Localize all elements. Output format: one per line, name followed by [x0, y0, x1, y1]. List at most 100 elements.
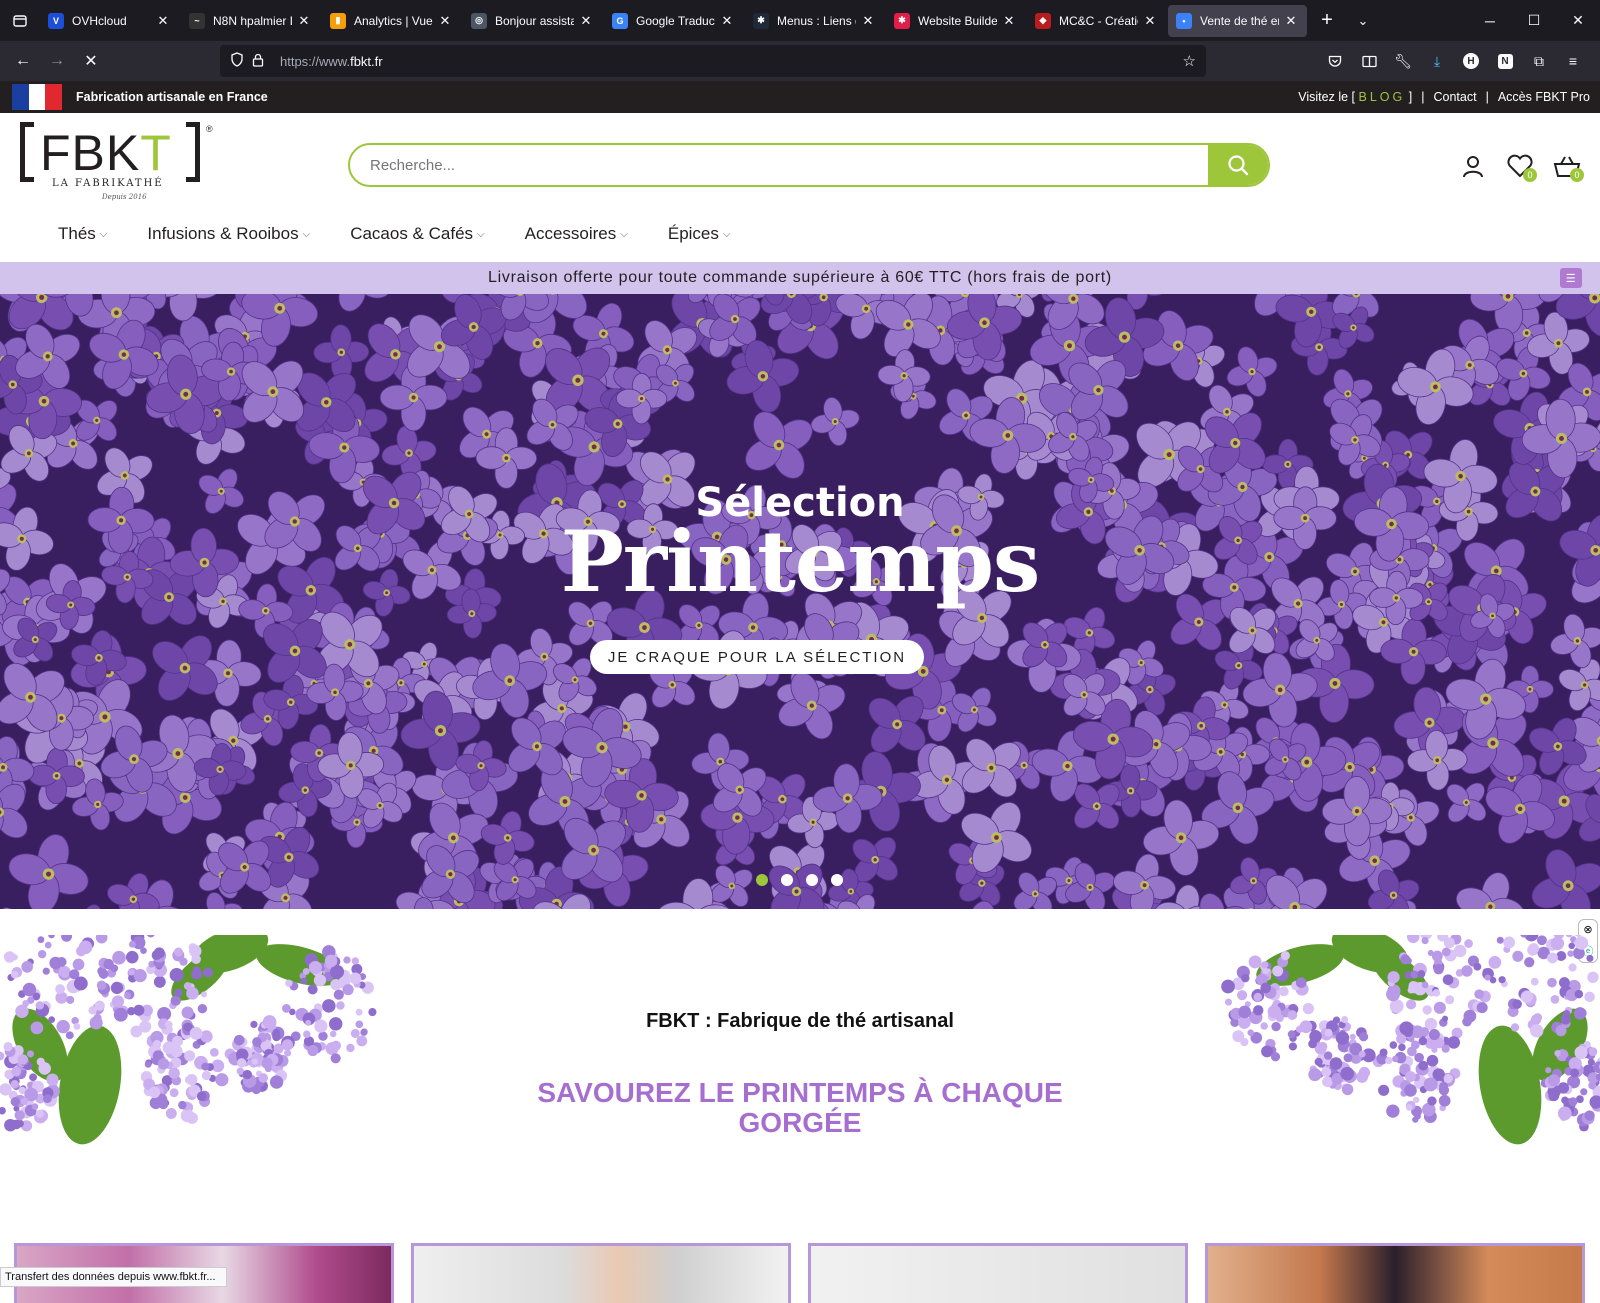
stop-loading-button[interactable]: ✕	[74, 45, 108, 77]
tab-title: N8N hpalmier De	[213, 14, 292, 28]
search-icon	[1227, 154, 1249, 176]
close-tab-icon[interactable]: ✕	[1001, 13, 1017, 29]
menu-item-epices[interactable]: Épices⌵	[668, 224, 731, 244]
account-button[interactable]	[1449, 148, 1496, 184]
new-tab-button[interactable]: +	[1309, 9, 1345, 32]
chevron-down-icon: ⌵	[723, 229, 731, 240]
blog-link[interactable]: Visitez le [ BLOG ]	[1298, 90, 1412, 104]
close-tab-icon[interactable]: ✕	[296, 13, 312, 29]
chevron-down-icon: ⌵	[620, 229, 628, 240]
browser-tab[interactable]: ✱Website Builder -✕	[886, 5, 1025, 37]
promo-text: Livraison offerte pour toute commande su…	[488, 269, 1112, 287]
main-menu: Thés⌵ Infusions & Rooibos⌵ Cacaos & Café…	[58, 224, 770, 244]
category-card[interactable]	[1205, 1243, 1585, 1303]
tab-title: MC&C - Création	[1059, 14, 1138, 28]
wrench-icon[interactable]: 🔧︎	[1386, 47, 1420, 75]
pro-access-link[interactable]: Accès FBKT Pro	[1498, 90, 1590, 104]
slider-dots	[756, 874, 856, 886]
favicon-icon: ◆	[1035, 13, 1051, 29]
forward-button[interactable]: →	[40, 45, 74, 77]
favicon-icon: ~	[189, 13, 205, 29]
search-bar	[348, 143, 1270, 187]
slider-dot[interactable]	[756, 874, 768, 886]
menu-item-cacaos[interactable]: Cacaos & Cafés⌵	[350, 224, 484, 244]
menu-item-thes[interactable]: Thés⌵	[58, 224, 107, 244]
made-in-france-text: Fabrication artisanale en France	[76, 90, 268, 104]
site-top-strip: Fabrication artisanale en France Visitez…	[0, 81, 1600, 113]
category-card[interactable]	[411, 1243, 791, 1303]
close-tab-icon[interactable]: ✕	[437, 13, 453, 29]
minimize-button[interactable]: ─	[1468, 0, 1512, 41]
favicon-icon: G	[612, 13, 628, 29]
download-icon[interactable]: ⤓	[1420, 47, 1454, 75]
tab-title: Website Builder -	[918, 14, 997, 28]
lilac-decoration-left	[0, 935, 410, 1185]
slider-dot[interactable]	[831, 874, 843, 886]
close-window-button[interactable]: ✕	[1556, 0, 1600, 41]
pocket-icon[interactable]	[1318, 47, 1352, 75]
logo-tagline: LA FABRIKATHÉ	[52, 178, 164, 189]
back-button[interactable]: ←	[6, 45, 40, 77]
browser-tab-bar: VOVHcloud✕~N8N hpalmier De✕▮Analytics | …	[0, 0, 1600, 41]
separator: |	[1486, 90, 1489, 104]
browser-nav-bar: ← → ✕ https://www.fbkt.fr ☆ 🔧︎ ⤓ H N ⧉ ≡	[0, 41, 1600, 81]
search-input[interactable]	[350, 145, 1210, 185]
logo-since: Depuis 2016	[102, 193, 147, 201]
close-tab-icon[interactable]: ✕	[578, 13, 594, 29]
category-cards	[14, 1243, 1600, 1303]
browser-tab[interactable]: ~ N8N hpalmier De ✕	[181, 5, 320, 37]
intro-headline: SAVOUREZ LE PRINTEMPS À CHAQUE GORGÉE	[500, 1078, 1100, 1138]
separator: |	[1421, 90, 1424, 104]
close-tab-icon[interactable]: ✕	[1283, 13, 1299, 29]
close-tab-icon[interactable]: ✕	[719, 13, 735, 29]
browser-tab[interactable]: GGoogle Traductio✕	[604, 5, 743, 37]
hero-cta-button[interactable]: JE CRAQUE POUR LA SÉLECTION	[590, 640, 924, 674]
close-tab-icon[interactable]: ✕	[1142, 13, 1158, 29]
browser-tab[interactable]: ◎Bonjour assistanc✕	[463, 5, 602, 37]
tab-title: Analytics | Vue d'	[354, 14, 433, 28]
favicon-icon: V	[48, 13, 64, 29]
wishlist-count: 0	[1523, 168, 1537, 182]
user-icon	[1461, 154, 1485, 178]
lock-icon[interactable]	[252, 53, 274, 70]
search-button[interactable]	[1208, 145, 1268, 185]
chevron-down-icon: ⌵	[477, 229, 485, 240]
cart-count: 0	[1570, 168, 1584, 182]
url-text: https://www.fbkt.fr	[280, 54, 383, 69]
bookmark-star-icon[interactable]: ☆	[1183, 52, 1196, 70]
lilac-decoration-right	[1190, 935, 1600, 1185]
slider-dot[interactable]	[781, 874, 793, 886]
shield-icon[interactable]	[230, 52, 252, 70]
browser-tab[interactable]: ▮Analytics | Vue d'✕	[322, 5, 461, 37]
chevron-down-icon[interactable]: ⌄	[1345, 13, 1381, 29]
browser-tab[interactable]: ◆ MC&C - Création ✕	[1027, 5, 1166, 37]
menu-item-accessoires[interactable]: Accessoires⌵	[525, 224, 628, 244]
extension-n-icon[interactable]: N	[1488, 47, 1522, 75]
close-tab-icon[interactable]: ✕	[155, 13, 171, 29]
browser-tab[interactable]: ✱Menus : Liens du✕	[745, 5, 884, 37]
reader-view-icon[interactable]	[1352, 47, 1386, 75]
status-bar: Transfert des données depuis www.fbkt.fr…	[0, 1267, 227, 1287]
slider-dot[interactable]	[806, 874, 818, 886]
tab-title: Vente de thé en v	[1200, 14, 1279, 28]
menu-item-infusions[interactable]: Infusions & Rooibos⌵	[147, 224, 310, 244]
tab-list-icon[interactable]	[0, 0, 40, 41]
app-menu-icon[interactable]: ≡	[1556, 47, 1590, 75]
browser-tab[interactable]: • Vente de thé en v ✕	[1168, 5, 1307, 37]
favicon-icon: •	[1176, 13, 1192, 29]
promo-banner: Livraison offerte pour toute commande su…	[0, 262, 1600, 294]
close-tab-icon[interactable]: ✕	[860, 13, 876, 29]
url-bar[interactable]: https://www.fbkt.fr ☆	[220, 45, 1206, 77]
hero-slider[interactable]: Sélection Printemps JE CRAQUE POUR LA SÉ…	[0, 294, 1600, 909]
maximize-button[interactable]: ☐	[1512, 0, 1556, 41]
browser-tab[interactable]: VOVHcloud✕	[40, 5, 179, 37]
contact-link[interactable]: Contact	[1433, 90, 1476, 104]
wishlist-button[interactable]: 0	[1496, 148, 1543, 184]
list-icon[interactable]: ☰	[1560, 268, 1582, 288]
site-logo[interactable]: FBKT ® LA FABRIKATHÉ Depuis 2016	[18, 120, 203, 208]
cart-button[interactable]: 0	[1543, 148, 1590, 184]
hero-title: Printemps	[0, 512, 1600, 611]
extensions-puzzle-icon[interactable]: ⧉	[1522, 47, 1556, 75]
category-card[interactable]	[808, 1243, 1188, 1303]
extension-h-icon[interactable]: H	[1454, 47, 1488, 75]
